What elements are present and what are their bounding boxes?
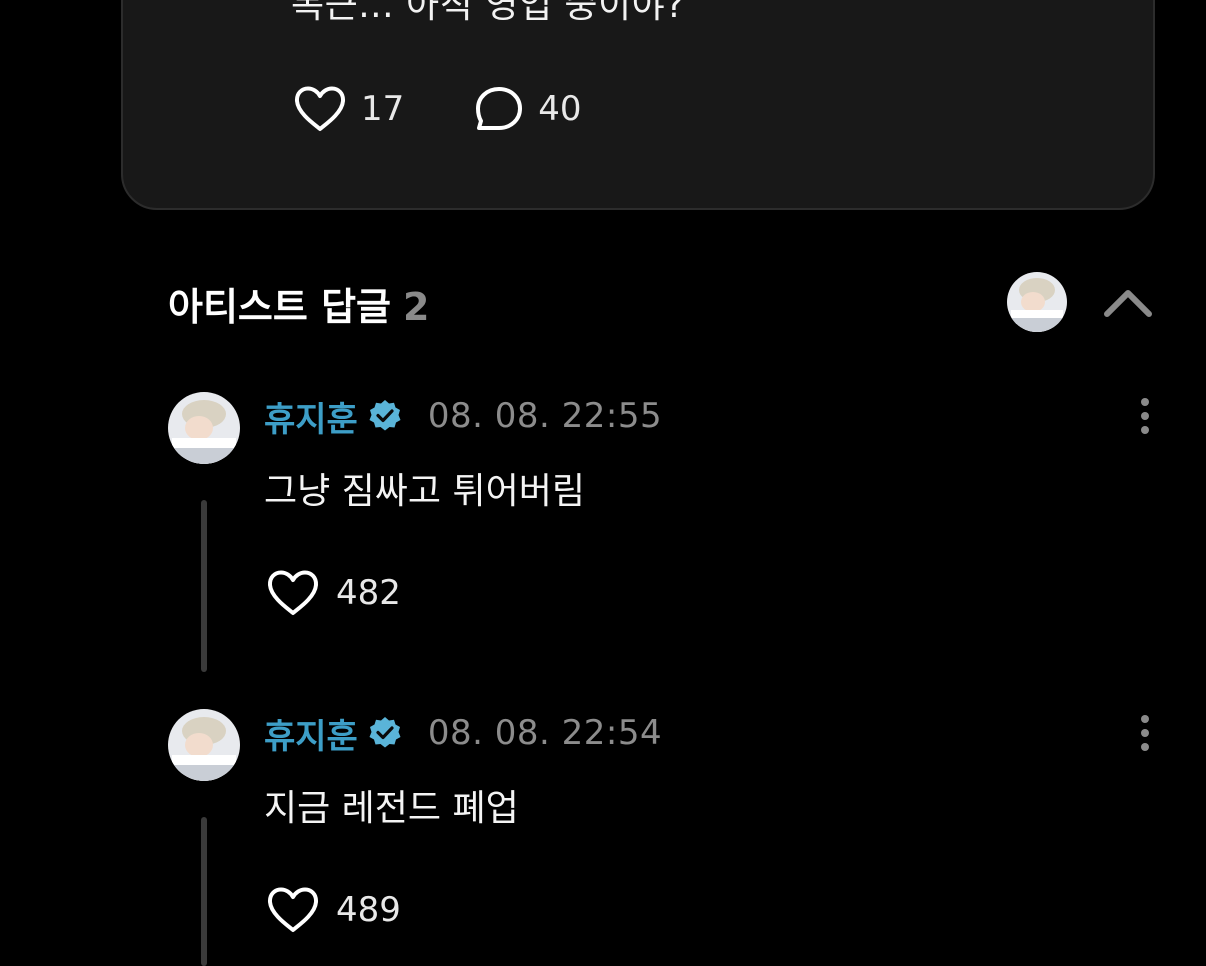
heart-outline-icon (267, 887, 319, 932)
reply-timestamp: 08. 08. 22:55 (427, 396, 663, 436)
thread-line (201, 817, 207, 966)
reply-like-count: 489 (336, 890, 401, 930)
like-count: 17 (361, 89, 405, 129)
reply-author-avatar[interactable] (168, 392, 240, 464)
reply-item: 휴지훈 08. 08. 22:54 지금 레전드 폐업 489 (168, 709, 1158, 966)
thread-line (201, 500, 207, 672)
post-actions: 17 40 (293, 84, 582, 134)
reply-author-avatar[interactable] (168, 709, 240, 781)
reply-text: 지금 레전드 폐업 (264, 788, 519, 829)
comment-count: 40 (538, 89, 582, 129)
reply-author-name[interactable]: 휴지훈 (264, 709, 358, 758)
artist-replies-label: 아티스트 답글 (168, 285, 391, 329)
reply-author-name[interactable]: 휴지훈 (264, 392, 358, 441)
post-card[interactable]: 복근... 아직 영업 중이야? 17 40 (121, 0, 1155, 210)
more-options-icon[interactable] (1130, 396, 1160, 436)
reply-meta: 휴지훈 08. 08. 22:55 (264, 392, 663, 441)
reply-timestamp: 08. 08. 22:54 (427, 713, 663, 753)
reply-meta: 휴지훈 08. 08. 22:54 (264, 709, 663, 758)
artist-replies-count: 2 (403, 285, 430, 329)
reply-like-button[interactable]: 489 (266, 885, 401, 935)
chevron-up-icon[interactable] (1102, 282, 1154, 322)
like-button[interactable]: 17 (293, 85, 404, 133)
comment-button[interactable]: 40 (474, 85, 582, 133)
post-text: 복근... 아직 영업 중이야? (291, 0, 685, 26)
reply-like-count: 482 (336, 573, 401, 613)
artist-replies-title: 아티스트 답글 2 (168, 276, 429, 331)
reply-like-button[interactable]: 482 (266, 568, 401, 618)
verified-badge-icon (369, 717, 401, 748)
speech-bubble-icon (476, 87, 523, 130)
reply-item: 휴지훈 08. 08. 22:55 그냥 짐싸고 튀어버림 482 (168, 392, 1158, 682)
artist-avatar[interactable] (1007, 272, 1067, 332)
heart-outline-icon (294, 86, 346, 131)
verified-badge-icon (369, 400, 401, 431)
heart-outline-icon (267, 570, 319, 615)
reply-text: 그냥 짐싸고 튀어버림 (264, 471, 585, 512)
more-options-icon[interactable] (1130, 713, 1160, 753)
artist-replies-header: 아티스트 답글 2 (168, 272, 1158, 332)
